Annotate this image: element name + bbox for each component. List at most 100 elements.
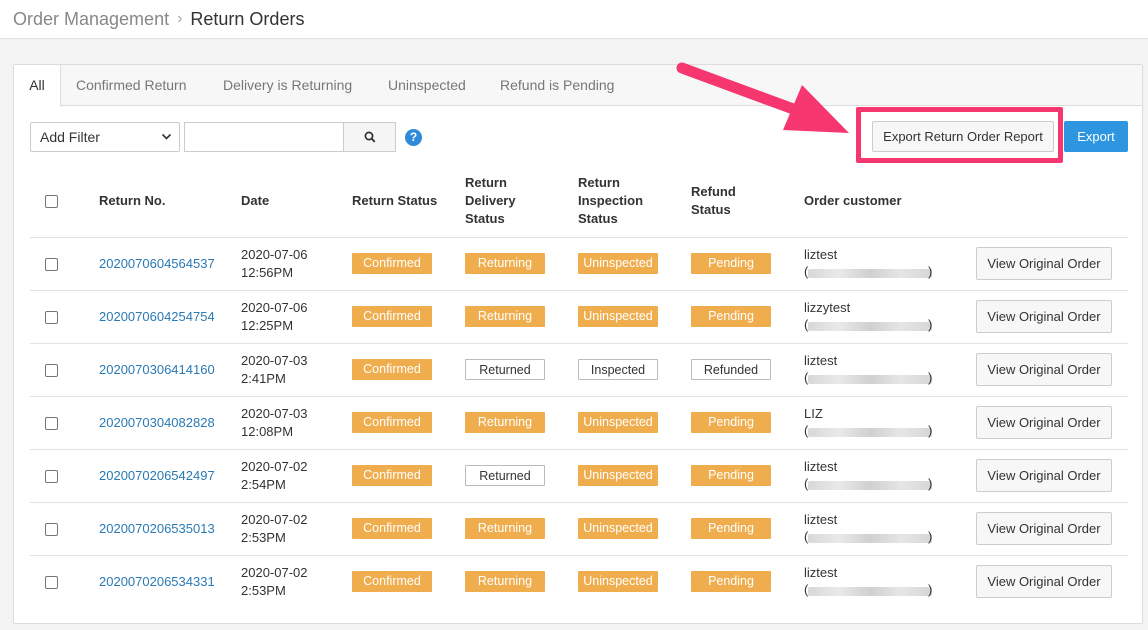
- view-original-order-button[interactable]: View Original Order: [976, 300, 1112, 333]
- breadcrumb-parent[interactable]: Order Management: [13, 9, 169, 30]
- return-status-badge: Confirmed: [352, 518, 432, 539]
- table-row: 2020070604564537 2020-07-06 12:56PM Confirm…: [30, 237, 1128, 290]
- return-no-link[interactable]: 2020070206542497: [99, 468, 215, 483]
- tab-uninspected[interactable]: Uninspected: [388, 65, 466, 106]
- add-filter-select[interactable]: Add Filter: [30, 122, 180, 152]
- return-date: 2020-07-02 2:53PM: [241, 511, 308, 547]
- tab-all[interactable]: All: [14, 65, 61, 107]
- search-input[interactable]: [184, 122, 344, 152]
- help-icon[interactable]: ?: [405, 129, 422, 146]
- header-text: Status: [578, 211, 618, 226]
- time-value: 2:53PM: [241, 583, 286, 598]
- return-no-link[interactable]: 2020070604564537: [99, 256, 215, 271]
- customer-name: liztest: [804, 247, 838, 262]
- customer-name: liztest: [804, 353, 838, 368]
- refund-status-badge: Pending: [691, 465, 771, 486]
- table-row: 2020070206535013 2020-07-02 2:53PM Confirme…: [30, 502, 1128, 555]
- return-status-badge: Confirmed: [352, 465, 432, 486]
- search-icon: [364, 131, 375, 143]
- page-header: Order Management › Return Orders: [0, 0, 1148, 39]
- header-order-customer: Order customer: [804, 193, 902, 208]
- header-date: Date: [241, 193, 270, 208]
- tab-refund-pending[interactable]: Refund is Pending: [500, 65, 614, 106]
- time-value: 2:53PM: [241, 530, 286, 545]
- return-no-link[interactable]: 2020070206534331: [99, 574, 215, 589]
- add-filter-value: Add Filter: [40, 129, 100, 145]
- inspection-status-badge: Uninspected: [578, 571, 658, 592]
- tab-confirmed-return[interactable]: Confirmed Return: [76, 65, 187, 106]
- header-return-inspection-status: Return Inspection Status: [578, 174, 643, 228]
- view-original-order-button[interactable]: View Original Order: [976, 247, 1112, 280]
- time-value: 12:25PM: [241, 318, 294, 333]
- tab-bar: All Confirmed Return Delivery is Returni…: [14, 65, 1142, 107]
- row-checkbox[interactable]: [45, 523, 58, 536]
- table-row: 2020070604254754 2020-07-06 12:25PM Confirm…: [30, 290, 1128, 343]
- refund-status-badge: Pending: [691, 412, 771, 433]
- view-original-order-button[interactable]: View Original Order: [976, 512, 1112, 545]
- annotation-arrow: [676, 62, 849, 133]
- row-checkbox[interactable]: [45, 470, 58, 483]
- header-text: Return: [578, 175, 620, 190]
- view-original-order-button[interactable]: View Original Order: [976, 406, 1112, 439]
- table-row: 2020070206534331 2020-07-02 2:53PM Confirme…: [30, 555, 1128, 608]
- delivery-status-badge: Returning: [465, 518, 545, 539]
- search-button[interactable]: [343, 122, 396, 152]
- customer-name: LIZ: [804, 406, 823, 421]
- row-checkbox[interactable]: [45, 364, 58, 377]
- chevron-down-icon: [161, 123, 172, 161]
- delivery-status-badge: Returned: [465, 359, 545, 380]
- return-date: 2020-07-02 2:54PM: [241, 458, 308, 494]
- header-return-status: Return Status: [352, 193, 438, 208]
- view-original-order-button[interactable]: View Original Order: [976, 565, 1112, 598]
- customer-name: liztest: [804, 565, 838, 580]
- customer-email-close-paren: ): [928, 476, 933, 491]
- page-title: Return Orders: [190, 8, 305, 29]
- row-checkbox[interactable]: [45, 576, 58, 589]
- inspection-status-badge: Uninspected: [578, 465, 658, 486]
- return-status-badge: Confirmed: [352, 359, 432, 380]
- redacted-customer-email: [808, 534, 932, 543]
- view-original-order-button[interactable]: View Original Order: [976, 459, 1112, 492]
- return-status-badge: Confirmed: [352, 306, 432, 327]
- customer-name: liztest: [804, 512, 838, 527]
- refund-status-badge: Refunded: [691, 359, 771, 380]
- return-no-link[interactable]: 2020070304082828: [99, 415, 215, 430]
- redacted-customer-email: [808, 428, 932, 437]
- return-date: 2020-07-03 2:41PM: [241, 352, 308, 388]
- redacted-customer-email: [808, 587, 932, 596]
- header-return-no: Return No.: [99, 193, 166, 208]
- header-text: Delivery: [465, 193, 516, 208]
- tab-delivery-returning[interactable]: Delivery is Returning: [223, 65, 352, 106]
- return-no-link[interactable]: 2020070306414160: [99, 362, 215, 377]
- breadcrumb-separator-icon: ›: [177, 10, 183, 27]
- redacted-customer-email: [808, 322, 932, 331]
- header-text: Status: [691, 202, 731, 217]
- inspection-status-badge: Uninspected: [578, 518, 658, 539]
- return-date: 2020-07-03 12:08PM: [241, 405, 308, 441]
- row-checkbox[interactable]: [45, 258, 58, 271]
- redacted-customer-email: [808, 269, 932, 278]
- delivery-status-badge: Returning: [465, 306, 545, 327]
- redacted-customer-email: [808, 481, 932, 490]
- customer-email-close-paren: ): [928, 423, 933, 438]
- return-no-link[interactable]: 2020070206535013: [99, 521, 215, 536]
- table-row: 2020070304082828 2020-07-03 12:08PM Confirm…: [30, 396, 1128, 449]
- date-value: 2020-07-02: [241, 512, 308, 527]
- return-status-badge: Confirmed: [352, 253, 432, 274]
- date-value: 2020-07-03: [241, 353, 308, 368]
- export-button[interactable]: Export: [1064, 121, 1128, 152]
- header-text: Return: [465, 175, 507, 190]
- select-all-checkbox[interactable]: [45, 195, 58, 208]
- delivery-status-badge: Returned: [465, 465, 545, 486]
- customer-email-close-paren: ): [928, 582, 933, 597]
- header-refund-status: Refund Status: [691, 183, 736, 219]
- time-value: 12:08PM: [241, 424, 294, 439]
- inspection-status-badge: Uninspected: [578, 306, 658, 327]
- customer-email-close-paren: ): [928, 317, 933, 332]
- view-original-order-button[interactable]: View Original Order: [976, 353, 1112, 386]
- row-checkbox[interactable]: [45, 417, 58, 430]
- header-text: Refund: [691, 184, 736, 199]
- return-no-link[interactable]: 2020070604254754: [99, 309, 215, 324]
- row-checkbox[interactable]: [45, 311, 58, 324]
- customer-name: lizzytest: [804, 300, 851, 315]
